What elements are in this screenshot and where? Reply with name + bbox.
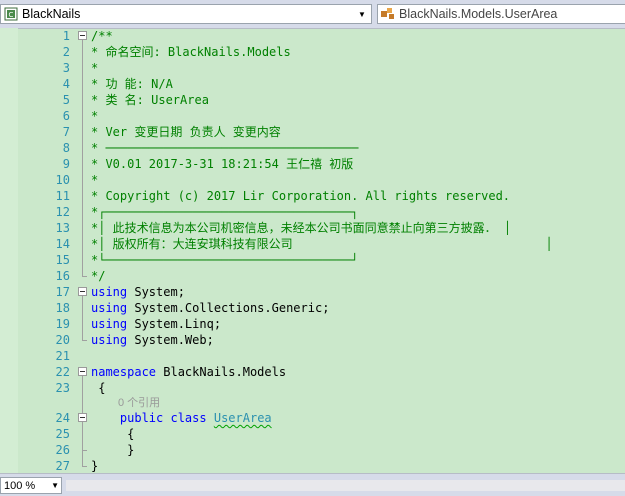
- line-number: 16: [55, 269, 70, 283]
- csharp-project-icon: C: [2, 5, 20, 23]
- code-line: * ───────────────────────────────────: [91, 141, 359, 155]
- collapse-class-icon[interactable]: [78, 413, 87, 422]
- namespace-line: namespace BlackNails.Models: [91, 364, 286, 380]
- collapse-comment-icon[interactable]: [78, 31, 87, 40]
- line-number: 10: [55, 173, 70, 187]
- class-icon: [379, 5, 397, 23]
- type-name: BlackNails.Models.UserArea: [399, 7, 558, 21]
- line-number: 12: [55, 205, 70, 219]
- line-number: 27: [55, 459, 70, 473]
- line-number: 17: [55, 285, 70, 299]
- line-number: 1: [62, 29, 70, 43]
- line-number: 2: [62, 45, 70, 59]
- code-line: * Copyright (c) 2017 Lir Corporation. Al…: [91, 189, 511, 203]
- line-number: 3: [62, 61, 70, 75]
- editor-status-bar: 100 % ▼: [0, 473, 625, 496]
- using-line: using System.Web;: [91, 332, 214, 348]
- svg-text:C: C: [9, 11, 14, 19]
- using-namespace: System;: [127, 285, 185, 299]
- type-dropdown[interactable]: BlackNails.Models.UserArea: [377, 4, 625, 24]
- code-line: *└──────────────────────────────────┘: [91, 253, 359, 267]
- namespace-open-brace: {: [98, 381, 106, 395]
- code-line: * Ver 变更日期 负责人 变更内容: [91, 125, 281, 139]
- using-keyword: using: [91, 333, 128, 347]
- code-line: /**: [91, 29, 113, 43]
- indicator-margin: [0, 28, 18, 473]
- zoom-level: 100 %: [4, 479, 36, 492]
- line-number: 20: [55, 333, 70, 347]
- class-keywords: public class: [119, 411, 207, 425]
- line-number: 18: [55, 301, 70, 315]
- using-namespace: System.Collections.Generic;: [127, 301, 330, 315]
- class-name[interactable]: UserArea: [214, 411, 272, 425]
- code-line: *: [91, 61, 99, 75]
- class-close-brace: }: [127, 443, 135, 457]
- using-keyword: using: [91, 317, 128, 331]
- using-line: using System.Linq;: [91, 316, 221, 332]
- namespace-name: BlackNails.Models: [156, 365, 287, 379]
- line-number-margin: 1 2 3 4 5 6 7 8 9 10 11 12 13 14 15 16 1…: [18, 28, 70, 473]
- line-number: 5: [62, 93, 70, 107]
- line-number: 26: [55, 443, 70, 457]
- line-number: 7: [62, 125, 70, 139]
- code-editor[interactable]: /** * 命名空间: BlackNails.Models * * 功 能: N…: [70, 28, 625, 473]
- using-line: using System.Collections.Generic;: [91, 300, 329, 316]
- line-number: 19: [55, 317, 70, 331]
- line-number: 8: [62, 141, 70, 155]
- namespace-keyword: namespace: [91, 365, 157, 379]
- project-name: BlackNails: [22, 7, 81, 21]
- using-keyword: using: [91, 301, 128, 315]
- outline-line: [82, 40, 83, 276]
- line-number: 11: [55, 189, 70, 203]
- horizontal-scrollbar[interactable]: [66, 480, 625, 491]
- class-line: public class UserArea: [91, 410, 272, 426]
- code-line: * V0.01 2017-3-31 18:21:54 王仁禧 初版: [91, 157, 354, 171]
- zoom-dropdown[interactable]: 100 % ▼: [0, 477, 62, 494]
- chevron-down-icon[interactable]: ▼: [355, 5, 369, 23]
- outline-line: [82, 422, 83, 450]
- line-number: 9: [62, 157, 70, 171]
- line-number: 13: [55, 221, 70, 235]
- code-line: * 命名空间: BlackNails.Models: [91, 45, 291, 59]
- code-line: * 功 能: N/A: [91, 77, 173, 91]
- outline-end: [82, 340, 87, 341]
- outline-end: [82, 450, 87, 451]
- line-number: 25: [55, 427, 70, 441]
- navigation-bar: C BlackNails ▼ BlackNails.Models.UserAre…: [0, 0, 625, 29]
- outline-line: [82, 296, 83, 340]
- outline-end: [82, 466, 87, 467]
- line-number: 6: [62, 109, 70, 123]
- line-number: 14: [55, 237, 70, 251]
- line-number: 23: [55, 381, 70, 395]
- collapse-namespace-icon[interactable]: [78, 367, 87, 376]
- chevron-down-icon[interactable]: ▼: [51, 481, 59, 490]
- outline-end: [82, 276, 87, 277]
- line-number: 21: [55, 349, 70, 363]
- line-number: 22: [55, 365, 70, 379]
- using-keyword: using: [91, 285, 128, 299]
- code-line: *: [91, 173, 99, 187]
- code-line: *: [91, 109, 99, 123]
- codelens-references[interactable]: 0 个引用: [118, 394, 160, 410]
- code-line: *│ 版权所有：大连安琪科技有限公司 │: [91, 237, 553, 251]
- code-line: *│ 此技术信息为本公司机密信息，未经本公司书面同意禁止向第三方披露． │: [91, 221, 512, 235]
- line-number: 15: [55, 253, 70, 267]
- using-namespace: System.Web;: [127, 333, 214, 347]
- using-line: using System;: [91, 284, 185, 300]
- code-line: * 类 名: UserArea: [91, 93, 209, 107]
- line-number: 24: [55, 411, 70, 425]
- code-line: */: [91, 269, 106, 283]
- line-number: 4: [62, 77, 70, 91]
- code-line: *┌──────────────────────────────────┐: [91, 205, 359, 219]
- using-namespace: System.Linq;: [127, 317, 222, 331]
- collapse-usings-icon[interactable]: [78, 287, 87, 296]
- project-dropdown[interactable]: C BlackNails ▼: [0, 4, 372, 24]
- namespace-close-brace: }: [91, 459, 99, 473]
- class-open-brace: {: [127, 427, 135, 441]
